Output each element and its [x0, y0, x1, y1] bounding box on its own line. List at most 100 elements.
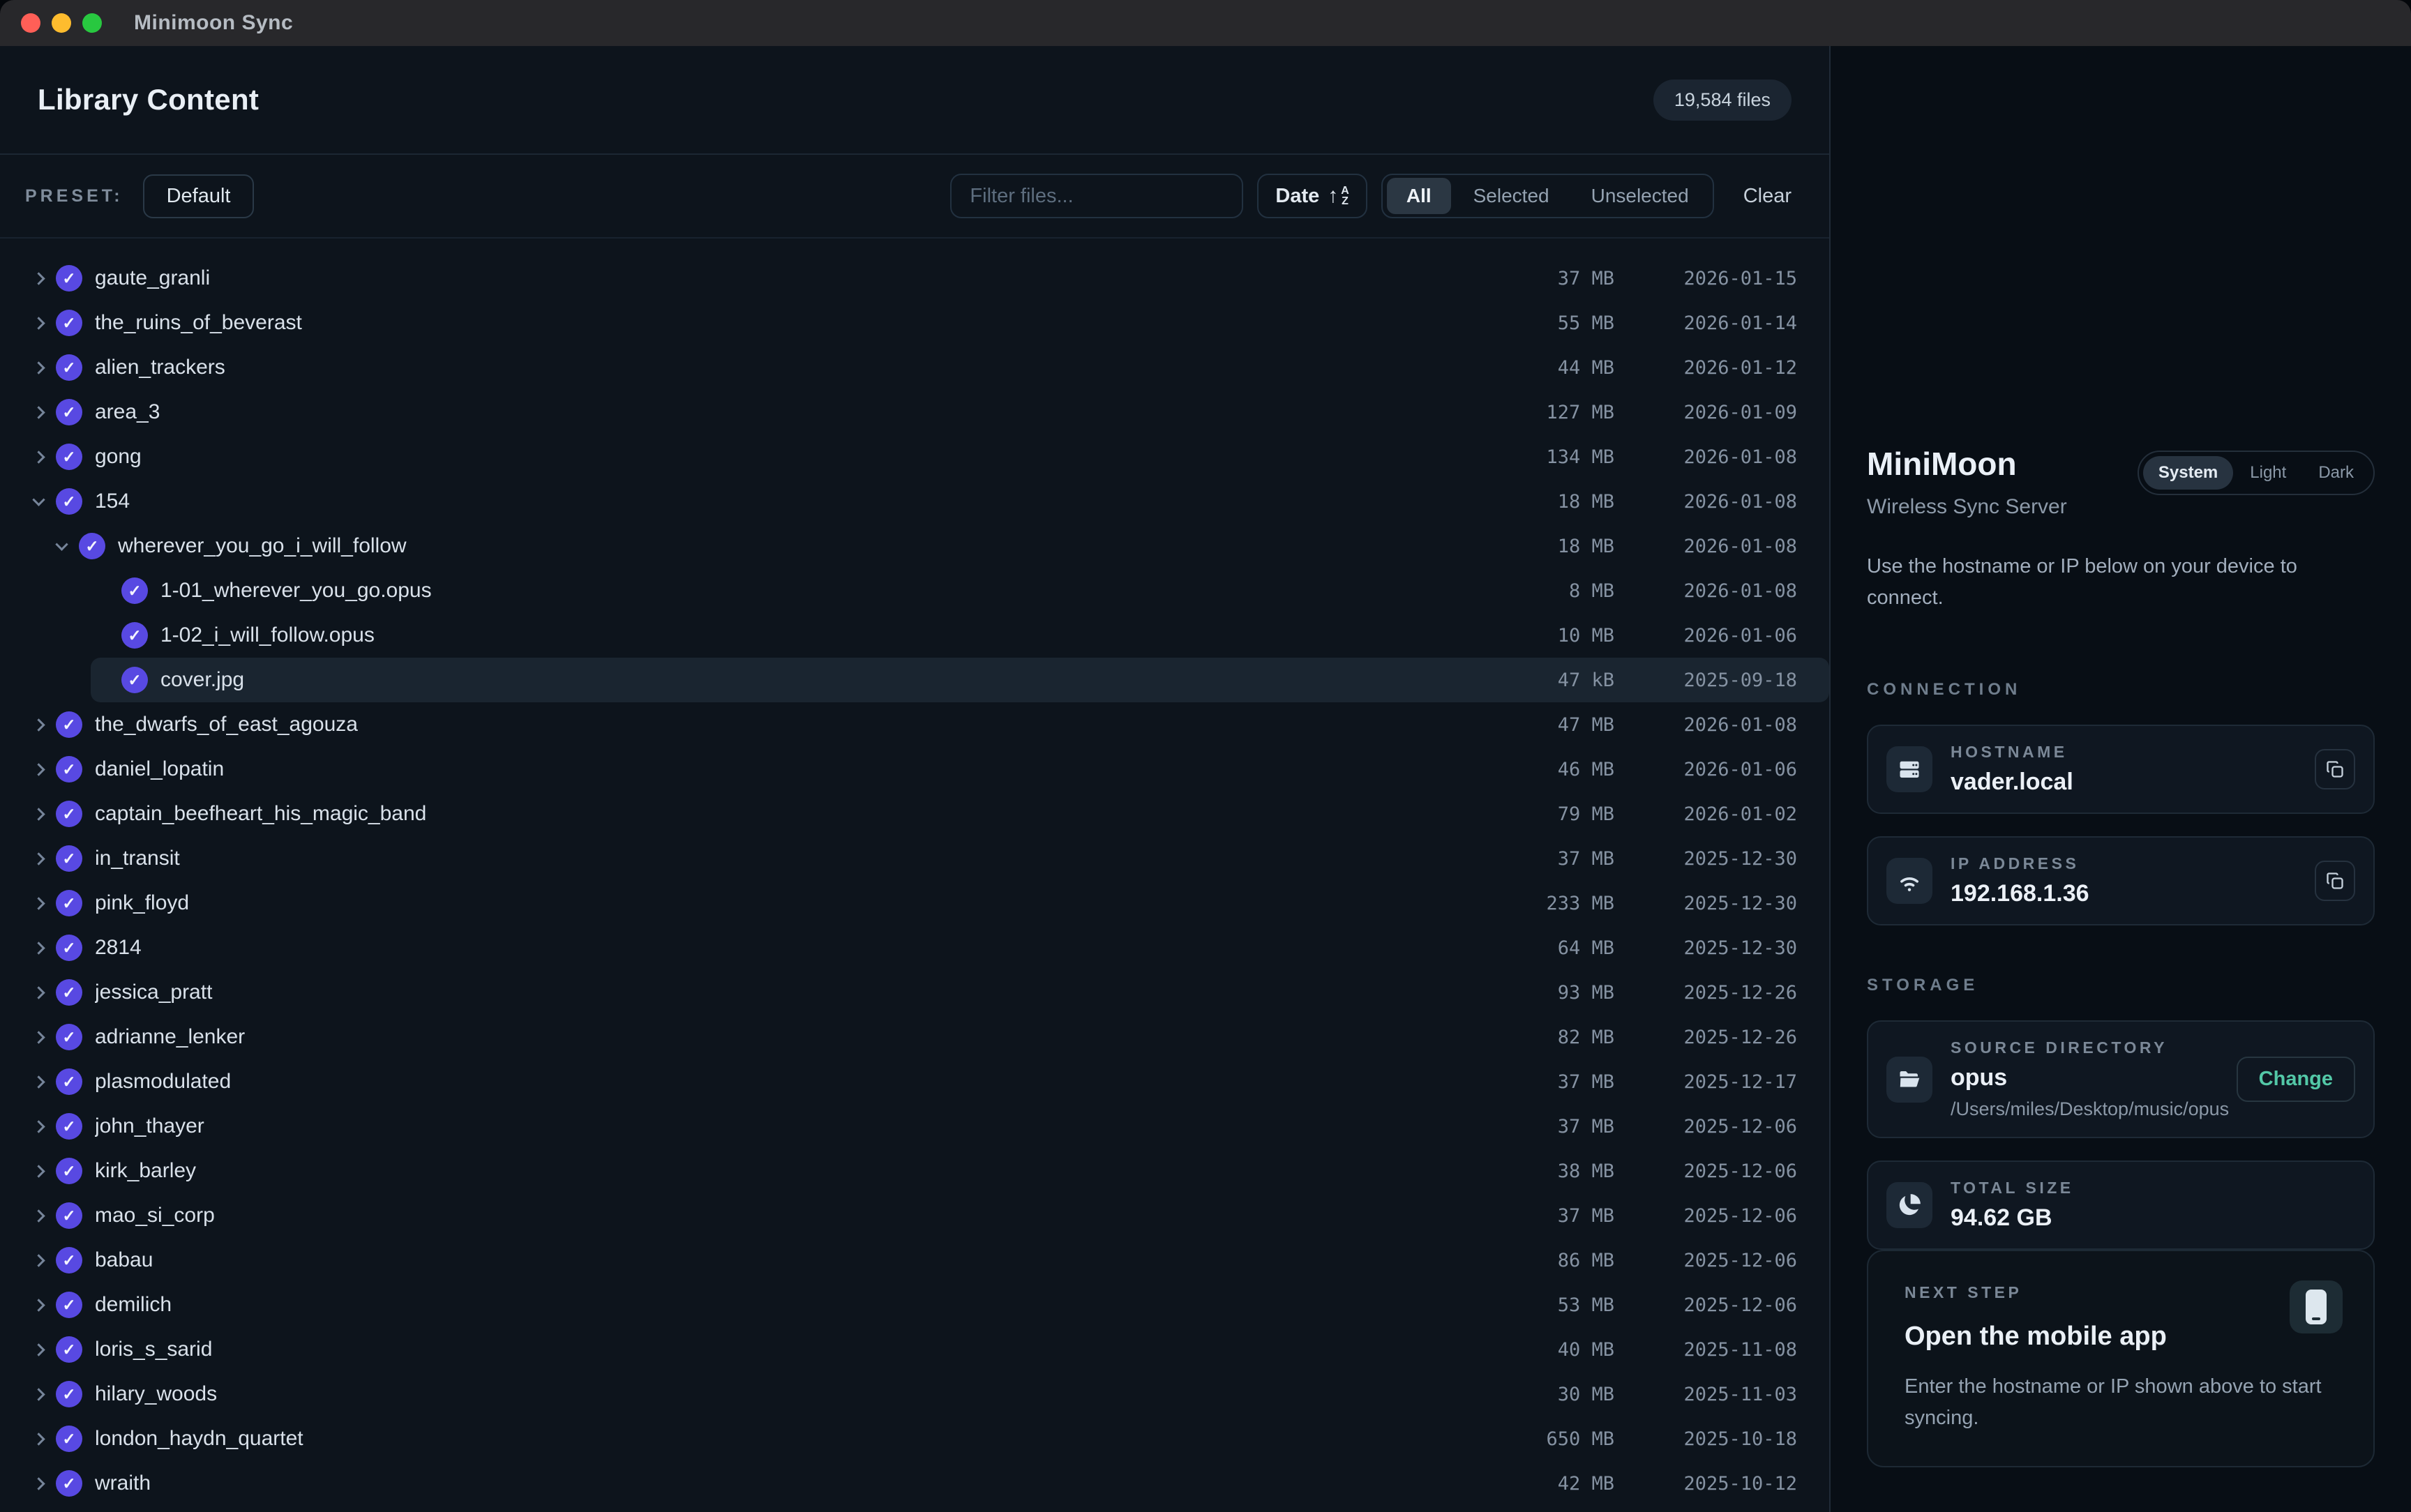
- chevron-right-icon[interactable]: [28, 854, 49, 863]
- file-row[interactable]: ✓alien_trackers44 MB2026-01-12: [0, 345, 1829, 390]
- chevron-right-icon[interactable]: [28, 319, 49, 328]
- chevron-right-icon[interactable]: [28, 1345, 49, 1354]
- chevron-down-icon[interactable]: [51, 542, 72, 551]
- selected-checkbox[interactable]: ✓: [56, 1426, 82, 1452]
- file-row[interactable]: ✓15418 MB2026-01-08: [0, 479, 1829, 524]
- tab-unselected[interactable]: Unselected: [1572, 178, 1708, 214]
- file-row[interactable]: ✓the_ruins_of_beverast55 MB2026-01-14: [0, 301, 1829, 345]
- file-row[interactable]: ✓jessica_pratt93 MB2025-12-26: [0, 970, 1829, 1015]
- selected-checkbox[interactable]: ✓: [56, 1470, 82, 1497]
- tab-selected[interactable]: Selected: [1454, 178, 1569, 214]
- chevron-right-icon[interactable]: [28, 1390, 49, 1399]
- chevron-right-icon[interactable]: [28, 1256, 49, 1265]
- file-row[interactable]: ✓wraith42 MB2025-10-12: [0, 1461, 1829, 1506]
- file-row[interactable]: ✓cover.jpg47 kB2025-09-18: [91, 658, 1829, 702]
- file-row[interactable]: ✓adrianne_lenker82 MB2025-12-26: [0, 1015, 1829, 1059]
- selected-checkbox[interactable]: ✓: [56, 845, 82, 872]
- selected-checkbox[interactable]: ✓: [56, 444, 82, 470]
- selected-checkbox[interactable]: ✓: [56, 1113, 82, 1140]
- file-row[interactable]: ✓mao_si_corp37 MB2025-12-06: [0, 1193, 1829, 1238]
- selected-checkbox[interactable]: ✓: [56, 711, 82, 738]
- file-row[interactable]: ✓babau86 MB2025-12-06: [0, 1238, 1829, 1283]
- selected-checkbox[interactable]: ✓: [56, 1024, 82, 1050]
- preset-selector-button[interactable]: Default: [143, 174, 255, 218]
- chevron-right-icon[interactable]: [28, 453, 49, 462]
- file-row[interactable]: ✓1-02_i_will_follow.opus10 MB2026-01-06: [91, 613, 1829, 658]
- selected-checkbox[interactable]: ✓: [56, 1292, 82, 1318]
- selected-checkbox[interactable]: ✓: [121, 622, 148, 649]
- selected-checkbox[interactable]: ✓: [56, 1068, 82, 1095]
- selected-checkbox[interactable]: ✓: [56, 1336, 82, 1363]
- file-row[interactable]: ✓john_thayer37 MB2025-12-06: [0, 1104, 1829, 1149]
- copy-ip-button[interactable]: [2315, 861, 2355, 901]
- selected-checkbox[interactable]: ✓: [79, 533, 105, 559]
- selected-checkbox[interactable]: ✓: [121, 577, 148, 604]
- file-size: 8 MB: [1496, 580, 1614, 602]
- theme-option-system[interactable]: System: [2143, 456, 2233, 490]
- selected-checkbox[interactable]: ✓: [56, 756, 82, 783]
- file-row[interactable]: ✓captain_beefheart_his_magic_band79 MB20…: [0, 792, 1829, 836]
- copy-hostname-button[interactable]: [2315, 749, 2355, 789]
- chevron-right-icon[interactable]: [28, 720, 49, 729]
- selected-checkbox[interactable]: ✓: [56, 1247, 82, 1273]
- selected-checkbox[interactable]: ✓: [56, 265, 82, 292]
- selected-checkbox[interactable]: ✓: [56, 1381, 82, 1407]
- file-row[interactable]: ✓area_3127 MB2026-01-09: [0, 390, 1829, 434]
- chevron-right-icon[interactable]: [28, 1167, 49, 1176]
- file-row[interactable]: ✓in_transit37 MB2025-12-30: [0, 836, 1829, 881]
- selected-checkbox[interactable]: ✓: [56, 890, 82, 916]
- chevron-right-icon[interactable]: [28, 1033, 49, 1042]
- chevron-right-icon[interactable]: [28, 363, 49, 372]
- file-row[interactable]: ✓loris_s_sarid40 MB2025-11-08: [0, 1327, 1829, 1372]
- file-row[interactable]: ✓plasmodulated37 MB2025-12-17: [0, 1059, 1829, 1104]
- chevron-right-icon[interactable]: [28, 899, 49, 908]
- file-row[interactable]: ✓kirk_barley38 MB2025-12-06: [0, 1149, 1829, 1193]
- file-row[interactable]: ✓demilich53 MB2025-12-06: [0, 1283, 1829, 1327]
- selected-checkbox[interactable]: ✓: [56, 310, 82, 336]
- theme-option-dark[interactable]: Dark: [2303, 456, 2369, 490]
- chevron-right-icon[interactable]: [28, 1122, 49, 1131]
- file-row[interactable]: ✓daniel_lopatin46 MB2026-01-06: [0, 747, 1829, 792]
- file-date: 2025-12-26: [1614, 1027, 1797, 1048]
- chevron-right-icon[interactable]: [28, 1078, 49, 1087]
- clear-filters-button[interactable]: Clear: [1739, 184, 1796, 209]
- file-row[interactable]: ✓pink_floyd233 MB2025-12-30: [0, 881, 1829, 925]
- change-directory-button[interactable]: Change: [2237, 1057, 2355, 1102]
- chevron-right-icon[interactable]: [28, 944, 49, 953]
- file-row[interactable]: ✓the_dwarfs_of_east_agouza47 MB2026-01-0…: [0, 702, 1829, 747]
- selected-checkbox[interactable]: ✓: [56, 399, 82, 425]
- sort-by-date-button[interactable]: Date ↑ AZ: [1257, 174, 1367, 218]
- file-row[interactable]: ✓london_haydn_quartet650 MB2025-10-18: [0, 1416, 1829, 1461]
- chevron-down-icon[interactable]: [28, 497, 49, 506]
- file-size: 42 MB: [1496, 1473, 1614, 1495]
- chevron-right-icon[interactable]: [28, 988, 49, 997]
- theme-option-light[interactable]: Light: [2235, 456, 2301, 490]
- file-row[interactable]: ✓wherever_you_go_i_will_follow18 MB2026-…: [0, 524, 1829, 568]
- file-row[interactable]: ✓281464 MB2025-12-30: [0, 925, 1829, 970]
- chevron-right-icon[interactable]: [28, 765, 49, 774]
- selected-checkbox[interactable]: ✓: [56, 354, 82, 381]
- minimize-window-button[interactable]: [52, 13, 71, 33]
- file-row[interactable]: ✓gaute_granli37 MB2026-01-15: [0, 256, 1829, 301]
- zoom-window-button[interactable]: [82, 13, 102, 33]
- selected-checkbox[interactable]: ✓: [56, 935, 82, 961]
- chevron-right-icon[interactable]: [28, 1479, 49, 1488]
- file-row[interactable]: ✓gong134 MB2026-01-08: [0, 434, 1829, 479]
- selected-checkbox[interactable]: ✓: [56, 801, 82, 827]
- chevron-right-icon[interactable]: [28, 274, 49, 283]
- chevron-right-icon[interactable]: [28, 1211, 49, 1220]
- selected-checkbox[interactable]: ✓: [56, 1158, 82, 1184]
- file-row[interactable]: ✓1-01_wherever_you_go.opus8 MB2026-01-08: [91, 568, 1829, 613]
- selected-checkbox[interactable]: ✓: [56, 488, 82, 515]
- filter-files-input[interactable]: [950, 174, 1243, 218]
- tab-all[interactable]: All: [1387, 178, 1451, 214]
- chevron-right-icon[interactable]: [28, 408, 49, 417]
- chevron-right-icon[interactable]: [28, 810, 49, 819]
- file-row[interactable]: ✓hilary_woods30 MB2025-11-03: [0, 1372, 1829, 1416]
- chevron-right-icon[interactable]: [28, 1301, 49, 1310]
- selected-checkbox[interactable]: ✓: [56, 1202, 82, 1229]
- selected-checkbox[interactable]: ✓: [56, 979, 82, 1006]
- selected-checkbox[interactable]: ✓: [121, 667, 148, 693]
- close-window-button[interactable]: [21, 13, 40, 33]
- chevron-right-icon[interactable]: [28, 1435, 49, 1444]
